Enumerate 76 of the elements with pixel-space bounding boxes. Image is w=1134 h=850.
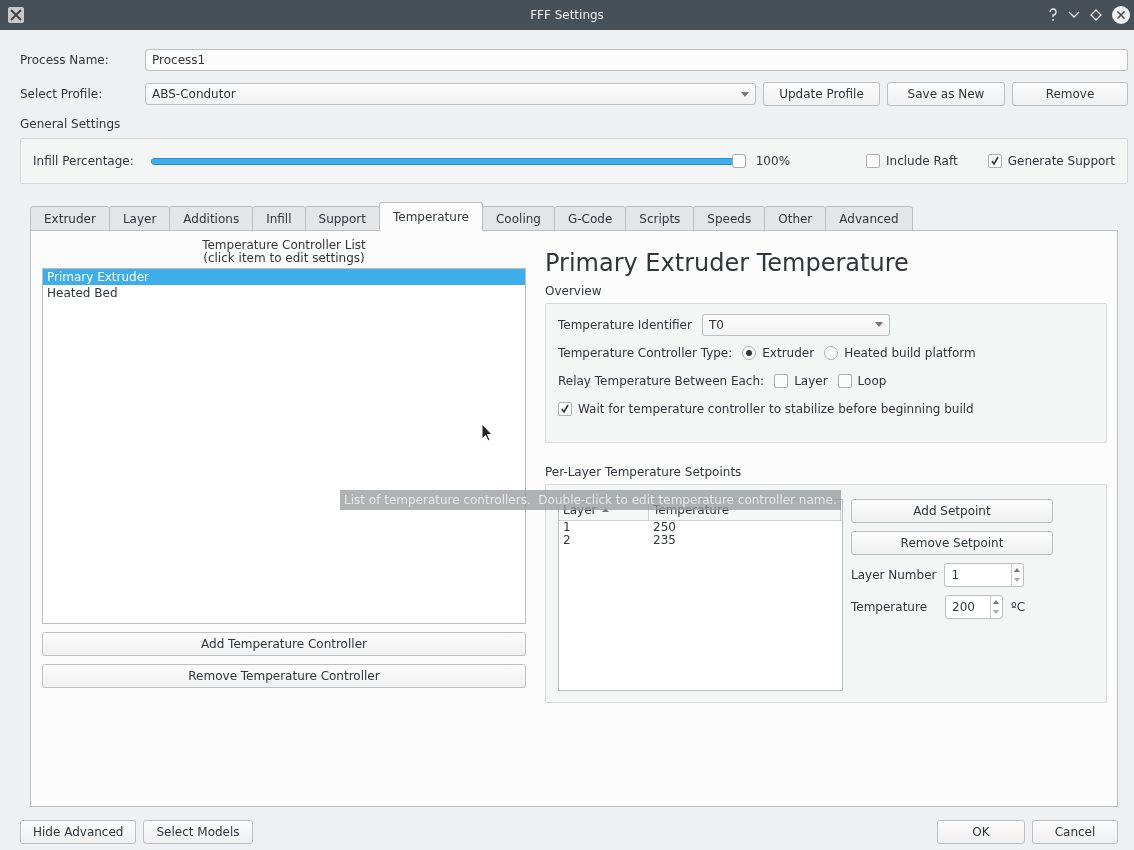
section-title: Overview xyxy=(545,284,603,298)
check-icon xyxy=(989,156,1000,166)
checkbox-label: Generate Support xyxy=(1007,154,1115,168)
cancel-button[interactable]: Cancel xyxy=(1032,820,1118,844)
tab[interactable]: Extruder xyxy=(30,206,110,231)
check-icon xyxy=(560,403,570,414)
tab[interactable]: Support xyxy=(304,206,380,231)
window-title: FFF Settings xyxy=(529,8,605,22)
help-icon[interactable] xyxy=(1048,8,1058,22)
checkbox[interactable] xyxy=(866,154,881,168)
field-label: Temperature Identifier xyxy=(558,317,692,332)
section-title: General Settings xyxy=(20,117,122,131)
checkbox[interactable] xyxy=(774,373,789,388)
field-label: Layer Number xyxy=(851,568,937,582)
temperature-spinbox[interactable]: 200 xyxy=(945,595,1003,619)
close-icon[interactable] xyxy=(1112,6,1130,24)
field-label: Select Profile: xyxy=(20,87,104,101)
list-subheading: (click item to edit settings) xyxy=(203,252,366,265)
radio-button[interactable] xyxy=(824,345,839,360)
tab[interactable]: Additions xyxy=(169,206,254,231)
profile-button[interactable]: Remove xyxy=(1012,82,1128,106)
editor-title: Primary Extruder Temperature xyxy=(545,249,910,277)
tab[interactable]: Other xyxy=(764,206,827,231)
mouse-cursor-icon xyxy=(481,423,493,443)
field-label: Temperature Controller Type: xyxy=(558,345,733,360)
checkbox[interactable] xyxy=(987,154,1002,168)
ok-button[interactable]: OK xyxy=(937,820,1025,844)
profile-button[interactable]: Update Profile xyxy=(763,82,880,106)
checkbox-label: Layer xyxy=(794,373,828,388)
field-label: Relay Temperature Between Each: xyxy=(558,373,765,388)
minimize-icon[interactable] xyxy=(1068,11,1080,19)
checkbox-label: Loop xyxy=(857,373,887,388)
field-label: Temperature xyxy=(851,600,928,614)
tab[interactable]: Temperature xyxy=(378,202,483,231)
slider-value: 100% xyxy=(755,154,791,168)
footer-button[interactable]: Hide Advanced xyxy=(20,820,137,844)
profile-button[interactable]: Save as New xyxy=(887,82,1005,106)
tab[interactable]: Layer xyxy=(108,206,171,231)
slider-label: Infill Percentage: xyxy=(33,154,134,168)
table-cell-text: 1 xyxy=(562,521,572,534)
checkbox-label: Include Raft xyxy=(886,154,958,168)
checkbox[interactable] xyxy=(837,373,852,388)
checkbox-label: Wait for temperature controller to stabilize before beginning build xyxy=(578,401,974,416)
tab[interactable]: Speeds xyxy=(693,206,766,231)
field-label: Process Name: xyxy=(20,53,110,67)
profile-dropdown[interactable]: ABS-Condutor xyxy=(145,83,756,105)
identifier-dropdown[interactable]: T0 xyxy=(701,313,890,336)
radio-button[interactable] xyxy=(742,345,757,360)
unit-label: ºC xyxy=(1011,600,1026,614)
dropdown-arrow-icon xyxy=(741,91,749,97)
list-item[interactable]: Heated Bed xyxy=(43,285,525,301)
slider-handle[interactable] xyxy=(731,154,746,168)
app-logo-icon xyxy=(8,7,24,23)
table-cell-text: 250 xyxy=(652,521,677,534)
table-cell-text: 2 xyxy=(562,534,572,547)
tab[interactable]: Advanced xyxy=(825,206,913,231)
controller-button[interactable]: Add Temperature Controller xyxy=(42,632,526,656)
tab[interactable]: Cooling xyxy=(482,206,555,231)
maximize-icon[interactable] xyxy=(1090,9,1102,21)
tab[interactable]: Scripts xyxy=(625,206,695,231)
table-cell-text: 235 xyxy=(652,534,677,547)
setpoint-button[interactable]: Remove Setpoint xyxy=(851,531,1053,555)
radio-label: Extruder xyxy=(762,345,815,360)
process-name-input[interactable]: Process1 xyxy=(145,49,1128,71)
layer-number-spinbox[interactable]: 1 xyxy=(944,563,1025,587)
tab[interactable]: G-Code xyxy=(553,206,627,231)
section-title: Per-Layer Temperature Setpoints xyxy=(545,465,743,479)
list-heading: Temperature Controller List xyxy=(201,239,367,252)
dropdown-arrow-icon xyxy=(874,322,883,327)
footer-button[interactable]: Select Models xyxy=(143,820,253,844)
tab[interactable]: Infill xyxy=(252,206,306,231)
radio-label: Heated build platform xyxy=(844,345,976,360)
checkbox[interactable] xyxy=(558,401,572,416)
setpoint-button[interactable]: Add Setpoint xyxy=(851,499,1053,523)
controller-button[interactable]: Remove Temperature Controller xyxy=(42,664,526,688)
spin-arrows-icon[interactable] xyxy=(990,596,1002,618)
